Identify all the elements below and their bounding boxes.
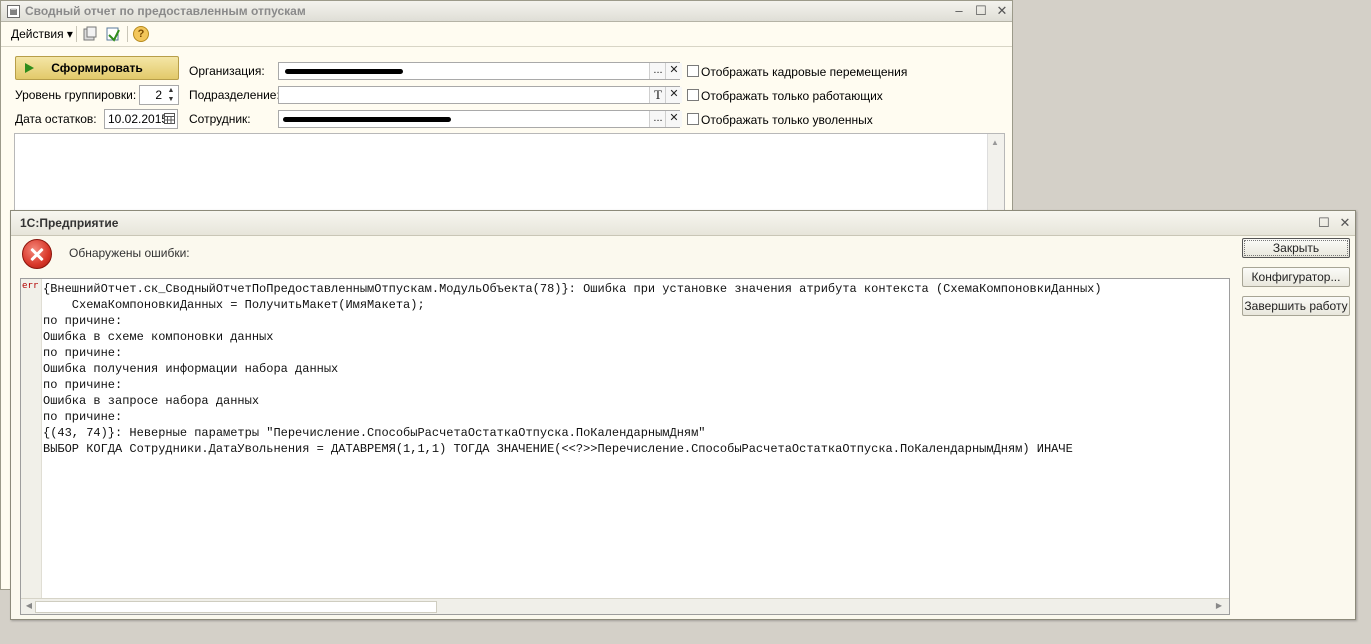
- employee-label: Сотрудник:: [189, 112, 251, 126]
- error-message: Обнаружены ошибки:: [69, 246, 190, 260]
- play-icon: [25, 63, 34, 73]
- redacted-scribble: [285, 69, 403, 74]
- configurator-button[interactable]: Конфигуратор...: [1242, 267, 1350, 287]
- grouping-level-value: 2: [155, 88, 162, 102]
- redacted-scribble: [283, 117, 451, 122]
- organization-select-button[interactable]: ...: [649, 63, 666, 79]
- error-dialog: 1С:Предприятие ☐ ✕ Обнаружены ошибки: За…: [10, 210, 1356, 620]
- scroll-up-icon[interactable]: ▲: [991, 138, 999, 147]
- report-window-title: Сводный отчет по предоставленным отпуска…: [25, 4, 306, 18]
- balance-date-input[interactable]: 10.02.2015: [104, 109, 178, 129]
- toolbar-separator: [76, 26, 77, 42]
- organization-input[interactable]: ... ✕: [278, 62, 682, 80]
- settings-icon[interactable]: [82, 26, 98, 42]
- balance-date-label: Дата остатков:: [15, 112, 97, 126]
- export-icon[interactable]: [105, 26, 121, 42]
- department-label: Подразделение:: [189, 88, 280, 102]
- dialog-maximize-button[interactable]: ☐: [1316, 215, 1332, 231]
- employee-input[interactable]: ... ✕: [278, 110, 682, 128]
- scroll-left-icon[interactable]: ◀: [23, 600, 35, 612]
- checkbox-personnel-transfers[interactable]: [687, 65, 699, 77]
- dialog-title: 1С:Предприятие: [20, 216, 119, 230]
- department-type-button[interactable]: T: [649, 87, 666, 103]
- checkbox-only-dismissed-label: Отображать только уволенных: [701, 113, 873, 127]
- close-dialog-button[interactable]: Закрыть: [1242, 238, 1350, 258]
- report-toolbar: Действия ▾ ?: [1, 22, 1012, 47]
- close-button[interactable]: ✕: [994, 3, 1010, 19]
- report-icon: ▤: [7, 5, 20, 18]
- help-icon[interactable]: ?: [133, 26, 149, 42]
- checkbox-only-working[interactable]: [687, 89, 699, 101]
- scrollbar-thumb[interactable]: [35, 601, 437, 613]
- toolbar-separator: [127, 26, 128, 42]
- actions-menu[interactable]: Действия ▾: [11, 27, 73, 41]
- exit-button[interactable]: Завершить работу: [1242, 296, 1350, 316]
- grouping-level-stepper[interactable]: 2 ▲ ▼: [139, 85, 179, 105]
- error-marker: err: [22, 281, 39, 291]
- dialog-titlebar[interactable]: 1С:Предприятие ☐ ✕: [11, 211, 1355, 236]
- minimize-button[interactable]: –: [951, 3, 967, 19]
- organization-clear-icon[interactable]: ✕: [665, 63, 682, 79]
- dialog-close-button[interactable]: ✕: [1337, 215, 1353, 231]
- error-icon: [22, 239, 52, 269]
- department-clear-icon[interactable]: ✕: [665, 87, 682, 103]
- horizontal-scrollbar[interactable]: ◀ ▶: [21, 598, 1229, 614]
- report-window-titlebar[interactable]: ▤ Сводный отчет по предоставленным отпус…: [1, 1, 1012, 22]
- error-details-box[interactable]: err {ВнешнийОтчет.ск_СводныйОтчетПоПредо…: [20, 278, 1230, 615]
- balance-date-value: 10.02.2015: [108, 112, 169, 126]
- report-output-area[interactable]: ▲: [14, 133, 1005, 211]
- organization-label: Организация:: [189, 64, 265, 78]
- spin-up-icon[interactable]: ▲: [165, 87, 177, 95]
- employee-select-button[interactable]: ...: [649, 111, 666, 127]
- checkbox-only-working-label: Отображать только работающих: [701, 89, 883, 103]
- checkbox-personnel-transfers-label: Отображать кадровые перемещения: [701, 65, 908, 79]
- employee-clear-icon[interactable]: ✕: [665, 111, 682, 127]
- error-details-text: {ВнешнийОтчет.ск_СводныйОтчетПоПредостав…: [43, 282, 1102, 456]
- spin-down-icon[interactable]: ▼: [165, 96, 177, 104]
- scroll-right-icon[interactable]: ▶: [1213, 600, 1225, 612]
- maximize-button[interactable]: ☐: [973, 3, 989, 19]
- generate-report-button[interactable]: Сформировать: [15, 56, 179, 80]
- error-gutter: err: [21, 279, 42, 599]
- grouping-label: Уровень группировки:: [15, 88, 137, 102]
- calendar-icon[interactable]: [164, 113, 175, 124]
- report-vertical-scrollbar[interactable]: ▲: [987, 134, 1004, 210]
- department-input[interactable]: T ✕: [278, 86, 682, 104]
- checkbox-only-dismissed[interactable]: [687, 113, 699, 125]
